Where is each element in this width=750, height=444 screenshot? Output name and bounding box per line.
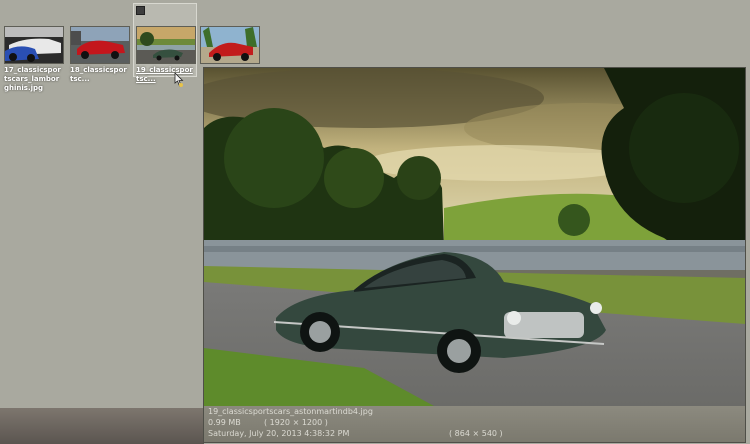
- thumbnail-image[interactable]: [136, 26, 196, 64]
- thumbnail-image[interactable]: [70, 26, 130, 64]
- file-size: 0.99 MB: [208, 418, 241, 427]
- thumbnail-label[interactable]: 19_classicsportsc...: [136, 66, 196, 84]
- file-name: 19_classicsportscars_astonmartindb4.jpg: [208, 407, 373, 416]
- mouse-cursor-icon: [174, 72, 184, 87]
- thumbnail-image[interactable]: [4, 26, 64, 64]
- file-date: Saturday, July 20, 2013 4:38:32 PM: [208, 429, 350, 438]
- image-info-panel: 19_classicsportscars_astonmartindb4.jpg …: [204, 406, 745, 442]
- thumbnail-label[interactable]: 17_classicsportscars_lamborghinis.jpg: [4, 66, 64, 93]
- selection-checkbox-icon[interactable]: [136, 6, 145, 15]
- status-bar-strip: [0, 408, 204, 444]
- image-preview-panel: 19_classicsportscars_astonmartindb4.jpg …: [203, 67, 746, 443]
- preview-photo: [204, 68, 745, 406]
- display-size: ( 864 × 540 ): [449, 429, 503, 438]
- thumbnail-item-selected[interactable]: 19_classicsportsc...: [133, 3, 197, 83]
- image-dimensions: ( 1920 × 1200 ): [264, 418, 328, 427]
- thumbnail-image[interactable]: [200, 26, 260, 64]
- thumbnail-label[interactable]: 18_classicsportsc...: [70, 66, 130, 84]
